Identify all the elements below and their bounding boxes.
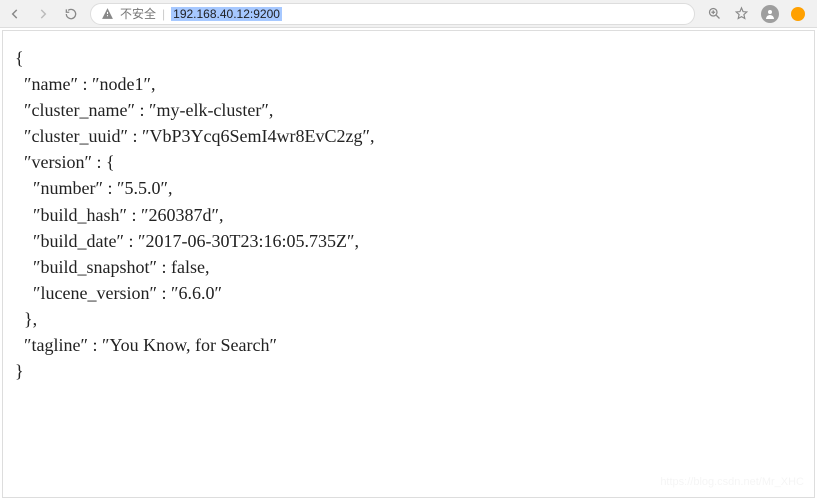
separator: | [162,7,165,21]
json-lucene-version: 6.6.0 [178,283,214,303]
notification-badge-icon[interactable] [791,7,805,21]
browser-toolbar: 不安全 | 192.168.40.12:9200 [0,0,817,28]
watermark: https://blog.csdn.net/Mr_XHC [660,475,804,491]
insecure-icon [101,7,114,20]
star-icon[interactable] [734,6,749,21]
insecure-label: 不安全 [120,5,156,22]
json-build-snapshot-label: build_snapshot [41,257,150,277]
json-build-date: 2017-06-30T23:16:05.735Z [145,231,346,251]
json-cluster-name: my-elk-cluster [156,100,261,120]
address-bar[interactable]: 不安全 | 192.168.40.12:9200 [90,3,695,25]
reload-icon[interactable] [64,7,78,21]
json-tagline: You Know, for Search [109,335,269,355]
profile-avatar-icon[interactable] [761,5,779,23]
json-name: node1 [99,74,143,94]
json-build-snapshot: false [171,257,205,277]
zoom-icon[interactable] [707,6,722,21]
json-cluster-uuid: VbP3Ycq6SemI4wr8EvC2zg [149,126,362,146]
page-content: { ″name″ : ″node1″, ″cluster_name″ : ″my… [2,30,815,498]
toolbar-right [707,5,809,23]
json-build-hash: 260387d [149,205,212,225]
nav-buttons [8,7,78,21]
json-version-number: 5.5.0 [124,178,160,198]
back-icon[interactable] [8,7,22,21]
forward-icon [36,7,50,21]
url-text: 192.168.40.12:9200 [171,7,282,21]
